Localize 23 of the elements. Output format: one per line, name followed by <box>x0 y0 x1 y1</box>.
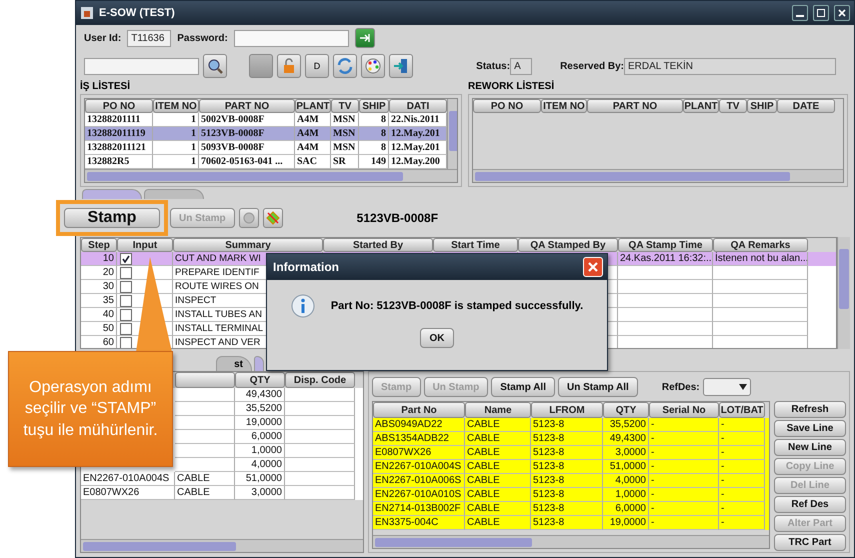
table-cell: 5123-8 <box>531 516 603 530</box>
user-id-label: User Id: <box>84 32 122 44</box>
table-cell: - <box>649 516 719 530</box>
group-title: REWORK LİSTESİ <box>468 81 556 94</box>
password-label: Password: <box>177 32 228 44</box>
callout-note: Operasyon adımı seçilir ve “STAMP” tuşu ile mühürlenir. <box>8 351 173 467</box>
table-cell: 3,0000 <box>235 486 285 500</box>
reserved-by-field: ERDAL TEKİN <box>624 58 836 74</box>
table-cell: 19,0000 <box>603 516 649 530</box>
table-cell: CABLE <box>465 516 531 530</box>
group-title: İŞ LİSTESİ <box>80 81 132 94</box>
status-label: Status: <box>476 60 510 72</box>
table-cell: EN3375-004C <box>373 516 465 530</box>
dialog-message: Part No: 5123VB-0008F is stamped successfully. <box>330 300 584 312</box>
window-title: E-SOW (TEST) <box>99 7 176 19</box>
table-cell: CABLE <box>175 486 235 500</box>
table-cell: 60 <box>81 336 117 348</box>
table-cell: - <box>719 516 765 530</box>
table-cell: E0807WX26 <box>81 486 175 500</box>
reserved-by-label: Reserved By: <box>560 60 624 72</box>
refdes-label: RefDes: <box>662 382 700 392</box>
part-number-label: 5123VB-0008F <box>356 211 438 225</box>
status-field: A <box>510 58 532 74</box>
